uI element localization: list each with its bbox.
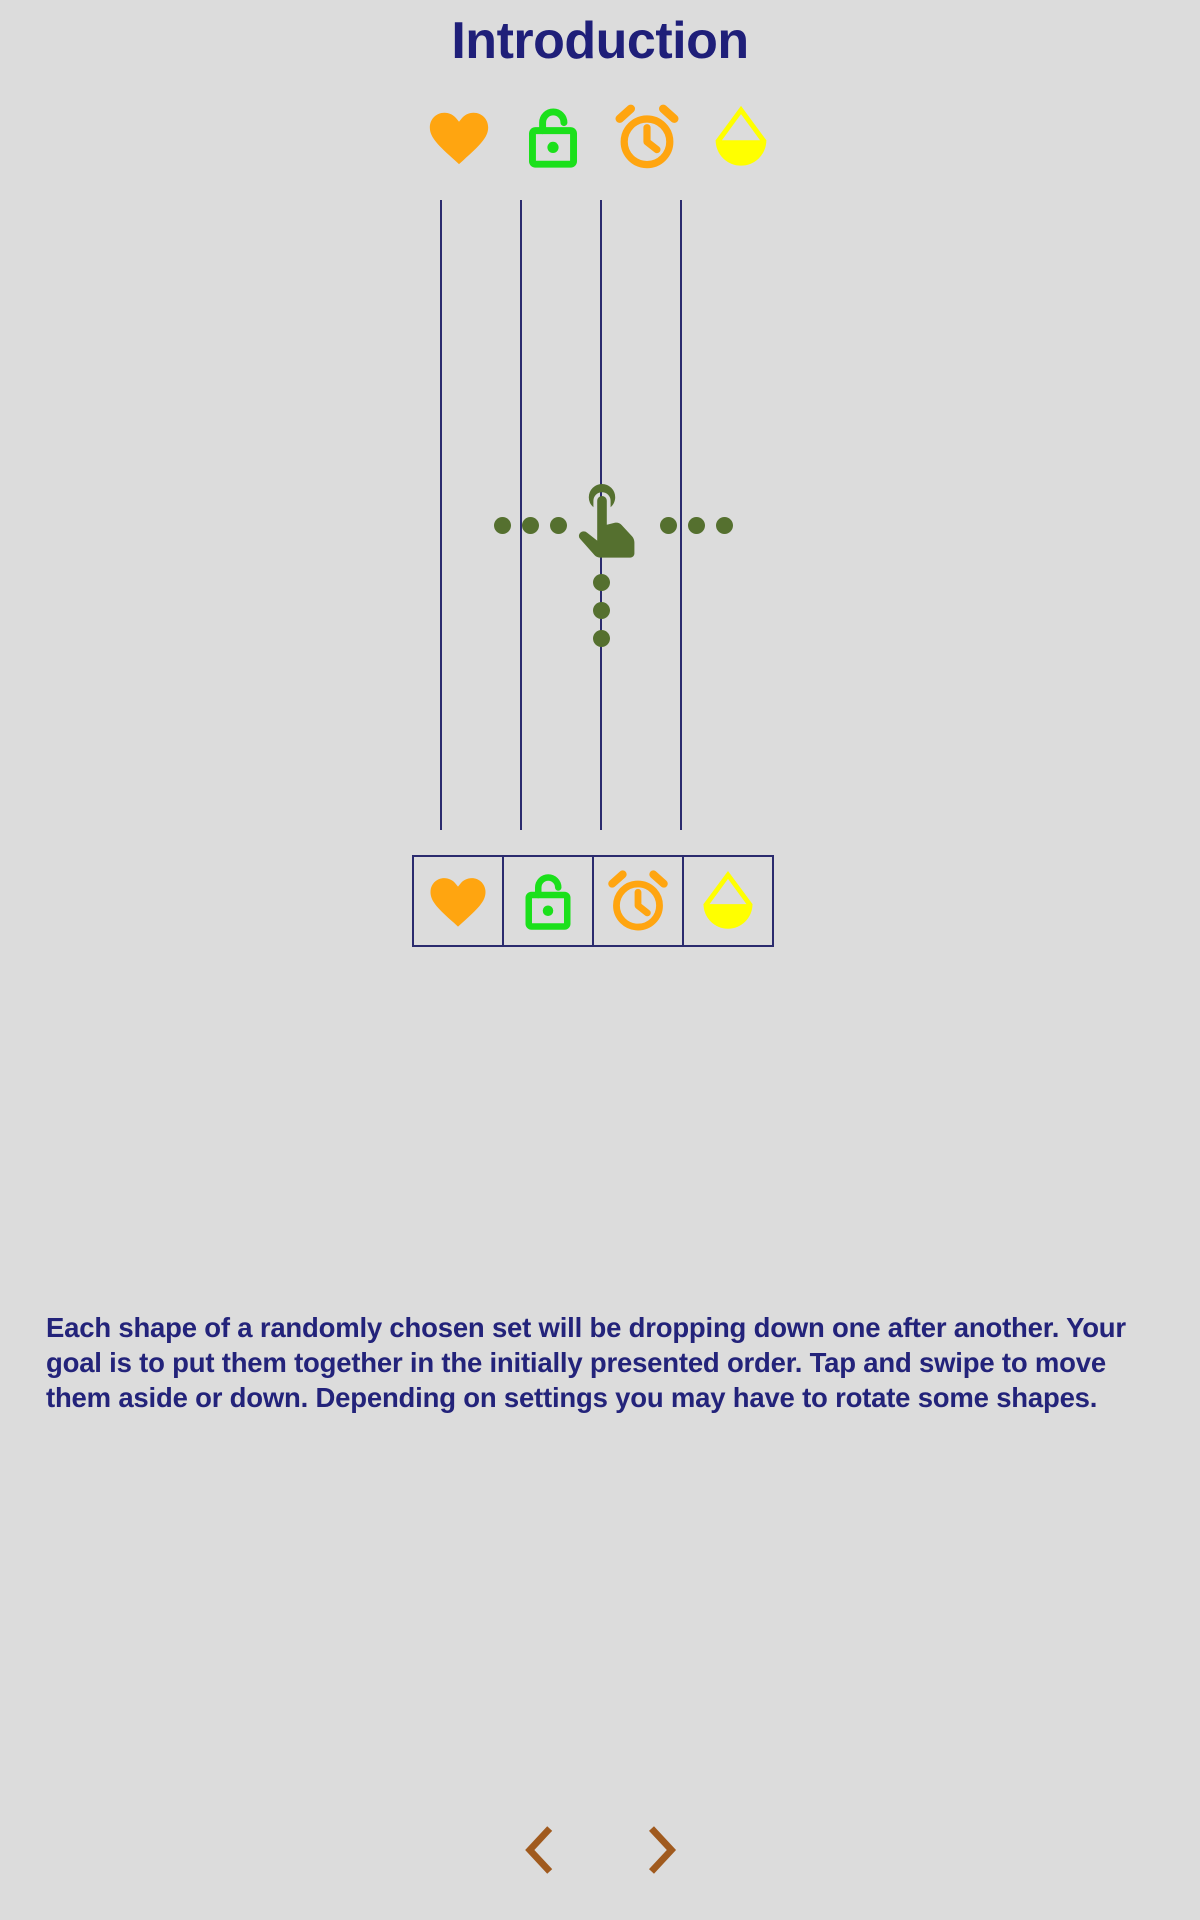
preview-shape-lock-open xyxy=(506,100,600,174)
page-title: Introduction xyxy=(451,12,749,70)
tile-water-drop[interactable] xyxy=(682,855,774,947)
heart-icon xyxy=(430,878,486,927)
swipe-right-dot xyxy=(660,517,677,534)
tap-and-swipe-demo xyxy=(412,480,788,647)
alarm-clock-icon xyxy=(608,870,668,931)
heart-icon xyxy=(429,112,489,165)
chevron-right-icon xyxy=(648,1826,677,1874)
alarm-clock-icon xyxy=(615,104,679,169)
preview-shape-alarm-clock xyxy=(600,100,694,174)
shape-sequence-preview xyxy=(412,100,788,174)
tile-alarm-clock[interactable] xyxy=(592,855,684,947)
tile-lock-open[interactable] xyxy=(502,855,594,947)
preview-shape-heart xyxy=(412,100,506,174)
swipe-left-dot xyxy=(550,517,567,534)
swipe-left-dot xyxy=(494,517,511,534)
lock-open-icon xyxy=(529,108,577,168)
next-page-button[interactable] xyxy=(634,1820,690,1880)
swipe-right-dot xyxy=(716,517,733,534)
preview-shape-water-drop xyxy=(694,100,788,174)
swipe-down-dot xyxy=(593,602,610,619)
swipe-left-dot xyxy=(522,517,539,534)
chevron-left-icon xyxy=(525,1826,553,1874)
swipe-right-dot xyxy=(688,517,705,534)
page-navigation xyxy=(0,1820,1200,1890)
tile-heart[interactable] xyxy=(412,855,504,947)
swipe-down-dot xyxy=(593,574,610,591)
target-shape-row xyxy=(412,855,774,947)
swipe-down-dot xyxy=(593,630,610,647)
lock-open-icon xyxy=(525,874,571,930)
instructions-text: Each shape of a randomly chosen set will… xyxy=(46,1312,1126,1414)
water-drop-icon xyxy=(703,870,753,929)
water-drop-icon xyxy=(715,105,767,166)
previous-page-button[interactable] xyxy=(510,1820,566,1880)
tap-gesture-hand-icon xyxy=(576,480,648,562)
